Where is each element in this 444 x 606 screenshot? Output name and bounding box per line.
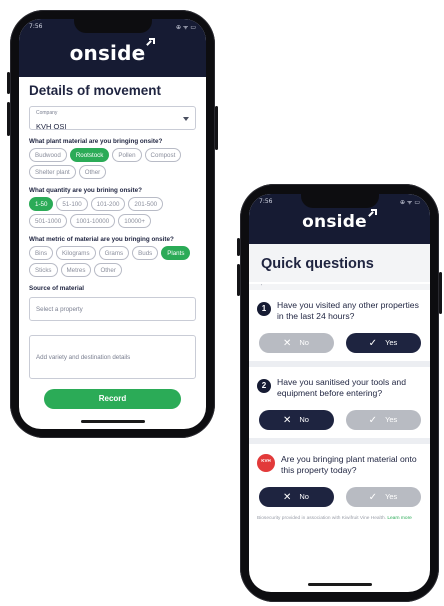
no-label: No bbox=[299, 415, 309, 424]
chip-other-metric[interactable]: Other bbox=[94, 263, 122, 277]
close-icon: ✕ bbox=[283, 338, 292, 349]
status-time: 7:56 bbox=[29, 23, 43, 30]
question-text: Have you sanitised your tools and equipm… bbox=[277, 377, 406, 398]
page-title: Quick questions bbox=[261, 256, 374, 272]
property-select[interactable]: Select a property bbox=[29, 297, 196, 321]
details-form: Details of movement Company KVH OSI What… bbox=[19, 77, 206, 409]
home-indicator[interactable] bbox=[80, 420, 145, 423]
chip-10000-plus[interactable]: 10000+ bbox=[118, 214, 152, 228]
onside-logo: onside bbox=[249, 209, 430, 232]
logo-arrow-icon bbox=[146, 38, 156, 47]
biosecurity-footnote: Biosecurity provided in association with… bbox=[257, 515, 422, 522]
yes-label: Yes bbox=[385, 415, 398, 424]
app-header: 7:56 ⊕ ᯤ ▭ onside bbox=[249, 194, 430, 244]
phone-side-button bbox=[215, 106, 218, 150]
phone-side-button bbox=[439, 272, 442, 314]
question-text: Have you visited any other properties in… bbox=[277, 300, 419, 321]
yes-button[interactable]: ✓ Yes bbox=[345, 333, 421, 353]
checkmark-icon: ✓ bbox=[368, 338, 378, 349]
status-time: 7:56 bbox=[259, 198, 273, 205]
screen-details-of-movement: 7:56 ⊕ ᯤ ▭ onside Details of movement Co… bbox=[19, 19, 206, 429]
chip-grams[interactable]: Grams bbox=[98, 246, 130, 260]
close-icon: ✕ bbox=[283, 415, 292, 426]
yes-label: Yes bbox=[385, 492, 398, 501]
company-select[interactable]: Company KVH OSI bbox=[29, 106, 196, 131]
chip-1-50[interactable]: 1-50 bbox=[29, 197, 54, 211]
chip-rootstock[interactable]: Rootstock bbox=[69, 148, 110, 162]
no-button[interactable]: ✕ No bbox=[258, 333, 334, 353]
home-indicator[interactable] bbox=[307, 583, 372, 586]
quick-questions-header: Quick questions bbox=[249, 244, 430, 282]
logo-text: onside bbox=[69, 41, 146, 65]
quantity-options: 1-50 51-100 101-200 201-500 501-1000 100… bbox=[29, 197, 196, 228]
phone-notch bbox=[73, 19, 152, 33]
screen-quick-questions: 7:56 ⊕ ᯤ ▭ onside Quick questions ' 1 Ha… bbox=[249, 194, 430, 592]
chevron-down-icon bbox=[183, 117, 189, 121]
yes-button[interactable]: ✓ Yes bbox=[345, 410, 421, 430]
no-button[interactable]: ✕ No bbox=[258, 410, 334, 430]
record-button[interactable]: Record bbox=[44, 389, 181, 409]
no-label: No bbox=[299, 492, 309, 501]
phone-side-button bbox=[237, 264, 240, 296]
company-label: Company bbox=[36, 110, 58, 116]
yes-button[interactable]: ✓ Yes bbox=[345, 487, 421, 507]
metric-question: What metric of material are you bringing… bbox=[29, 236, 174, 243]
question-number: 2 bbox=[257, 379, 271, 393]
no-button[interactable]: ✕ No bbox=[258, 487, 334, 507]
chip-buds[interactable]: Buds bbox=[132, 246, 159, 260]
phone-side-button bbox=[237, 238, 240, 256]
learn-more-link[interactable]: Learn more bbox=[387, 516, 412, 521]
logo-text: onside bbox=[302, 212, 367, 232]
chip-other[interactable]: Other bbox=[78, 165, 107, 179]
chip-501-1000[interactable]: 501-1000 bbox=[29, 214, 68, 228]
plant-material-options: Budwood Rootstock Pollen Compost Shelter… bbox=[29, 148, 196, 179]
plant-material-question: What plant material are you bringing ons… bbox=[29, 138, 163, 145]
details-textarea[interactable]: Add variety and destination details bbox=[29, 335, 196, 379]
checkmark-icon: ✓ bbox=[368, 492, 378, 503]
question-text: Are you bringing plant material onto thi… bbox=[281, 454, 417, 475]
chip-metres[interactable]: Metres bbox=[60, 263, 92, 277]
phone-notch bbox=[300, 194, 379, 208]
chip-budwood[interactable]: Budwood bbox=[29, 148, 67, 162]
chip-sticks[interactable]: Sticks bbox=[29, 263, 58, 277]
chip-1001-10000[interactable]: 1001-10000 bbox=[70, 214, 116, 228]
chip-101-200[interactable]: 101-200 bbox=[90, 197, 126, 211]
question-number: 1 bbox=[257, 302, 271, 316]
status-icons: ⊕ ᯤ ▭ bbox=[400, 199, 420, 206]
status-icons: ⊕ ᯤ ▭ bbox=[176, 24, 196, 31]
chip-plants[interactable]: Plants bbox=[161, 246, 191, 260]
onside-logo: onside bbox=[19, 38, 206, 65]
checkmark-icon: ✓ bbox=[368, 415, 378, 426]
question-card-2: 2 Have you sanitised your tools and equi… bbox=[249, 367, 430, 444]
yes-label: Yes bbox=[385, 338, 398, 347]
app-header: 7:56 ⊕ ᯤ ▭ onside bbox=[19, 19, 206, 77]
kvh-logo-icon: KVH bbox=[257, 454, 275, 472]
quantity-question: What quantity are you brining onsite? bbox=[29, 187, 142, 194]
phone-right: 7:56 ⊕ ᯤ ▭ onside Quick questions ' 1 Ha… bbox=[237, 184, 442, 602]
company-value: KVH OSI bbox=[36, 122, 67, 131]
source-label: Source of material bbox=[29, 285, 84, 292]
chip-201-500[interactable]: 201-500 bbox=[128, 197, 164, 211]
question-card-3: KVH Are you bringing plant material onto… bbox=[249, 444, 430, 530]
page-title: Details of movement bbox=[29, 83, 162, 98]
chip-bins[interactable]: Bins bbox=[29, 246, 54, 260]
footnote-text: Biosecurity provided in association with… bbox=[257, 516, 386, 521]
metric-options: Bins Kilograms Grams Buds Plants Sticks … bbox=[29, 246, 196, 277]
phone-left: 7:56 ⊕ ᯤ ▭ onside Details of movement Co… bbox=[7, 10, 218, 438]
logo-arrow-icon bbox=[367, 209, 377, 218]
chip-compost[interactable]: Compost bbox=[144, 148, 182, 162]
chip-kilograms[interactable]: Kilograms bbox=[56, 246, 96, 260]
phone-side-button bbox=[7, 72, 10, 94]
question-card-1: 1 Have you visited any other properties … bbox=[249, 290, 430, 367]
chip-shelter-plant[interactable]: Shelter plant bbox=[29, 165, 76, 179]
chip-51-100[interactable]: 51-100 bbox=[56, 197, 88, 211]
no-label: No bbox=[299, 338, 309, 347]
chip-pollen[interactable]: Pollen bbox=[112, 148, 142, 162]
phone-side-button bbox=[7, 102, 10, 136]
close-icon: ✕ bbox=[283, 492, 292, 503]
